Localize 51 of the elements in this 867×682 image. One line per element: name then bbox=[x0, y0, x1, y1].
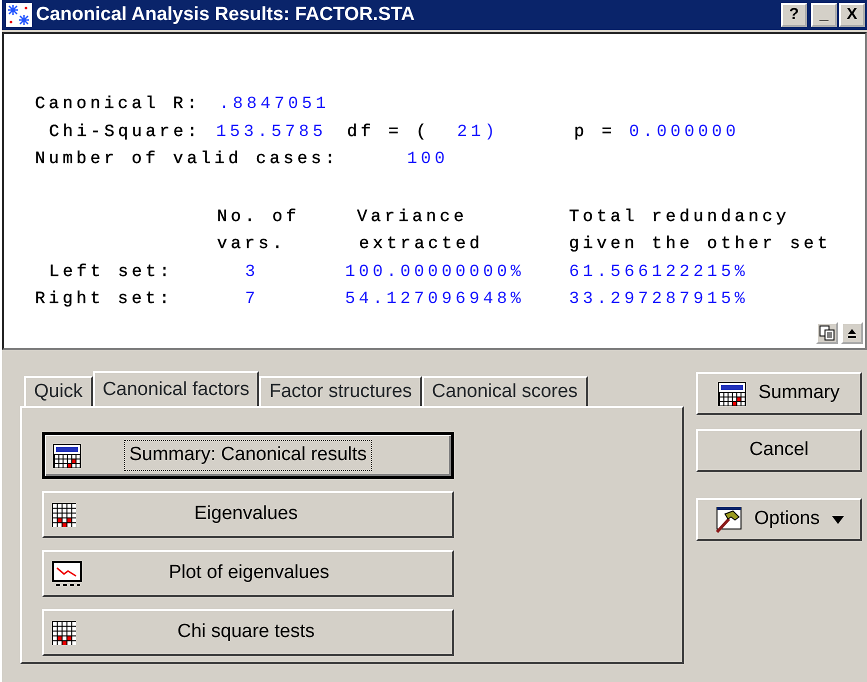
close-button[interactable]: X bbox=[839, 3, 865, 27]
side-button[interactable]: Summary bbox=[696, 372, 862, 415]
table-icon bbox=[53, 444, 81, 468]
help-button[interactable]: ? bbox=[781, 3, 807, 27]
up-arrow-icon bbox=[847, 327, 857, 339]
result-label: Right set: bbox=[35, 289, 174, 311]
result-value: 100 bbox=[407, 149, 448, 171]
result-value: 33.297287915% bbox=[569, 289, 748, 311]
tab[interactable]: Quick bbox=[24, 376, 93, 406]
side-button[interactable]: Cancel bbox=[696, 429, 862, 472]
result-label: extracted bbox=[359, 234, 484, 256]
result-label: df = ( bbox=[347, 122, 431, 144]
options-dropdown[interactable]: Options bbox=[696, 498, 862, 541]
window-title: Canonical Analysis Results: FACTOR.STA bbox=[36, 2, 416, 27]
tab[interactable]: Factor structures bbox=[259, 376, 422, 406]
result-value: 54.127096948% bbox=[345, 289, 526, 311]
copy-icon bbox=[819, 325, 835, 341]
hammer-icon bbox=[714, 506, 742, 532]
result-label: Variance bbox=[357, 206, 468, 228]
action-button[interactable]: Chi square tests bbox=[42, 609, 454, 656]
result-value: 21) bbox=[457, 122, 500, 144]
result-label: Total redundancy bbox=[569, 206, 790, 228]
result-label: given the other set bbox=[569, 234, 832, 256]
table-icon bbox=[52, 502, 76, 526]
result-label: Canonical R: bbox=[35, 94, 202, 116]
action-button[interactable]: Plot of eigenvalues bbox=[42, 550, 454, 597]
action-button[interactable]: Eigenvalues bbox=[42, 491, 454, 538]
table-icon bbox=[718, 382, 746, 406]
result-value: 100.00000000% bbox=[345, 262, 526, 284]
result-label: Left set: bbox=[49, 262, 174, 284]
result-label: Number of valid cases: bbox=[35, 149, 340, 171]
result-value: 61.566122215% bbox=[569, 262, 748, 284]
result-value: .8847051 bbox=[219, 94, 330, 116]
result-value: 0.000000 bbox=[629, 122, 740, 144]
caret-icon bbox=[832, 516, 844, 524]
result-label: vars. bbox=[217, 234, 288, 256]
copy-button[interactable] bbox=[816, 322, 838, 344]
collapse-button[interactable] bbox=[841, 322, 863, 344]
minimize-button[interactable]: _ bbox=[811, 3, 837, 27]
table-icon bbox=[52, 620, 76, 644]
tab[interactable]: Canonical scores bbox=[422, 376, 588, 406]
result-value: 7 bbox=[245, 289, 260, 311]
result-label: No. of bbox=[217, 206, 301, 228]
action-button[interactable]: Summary: Canonical results bbox=[42, 432, 454, 479]
result-value: 153.5785 bbox=[216, 122, 328, 144]
result-label: Chi-Square: bbox=[49, 122, 202, 144]
tab[interactable]: Canonical factors bbox=[92, 371, 260, 406]
line-chart-icon bbox=[52, 560, 82, 586]
result-value: 3 bbox=[245, 262, 260, 284]
result-label: p = bbox=[574, 122, 616, 144]
snowflake-icon bbox=[6, 3, 32, 27]
